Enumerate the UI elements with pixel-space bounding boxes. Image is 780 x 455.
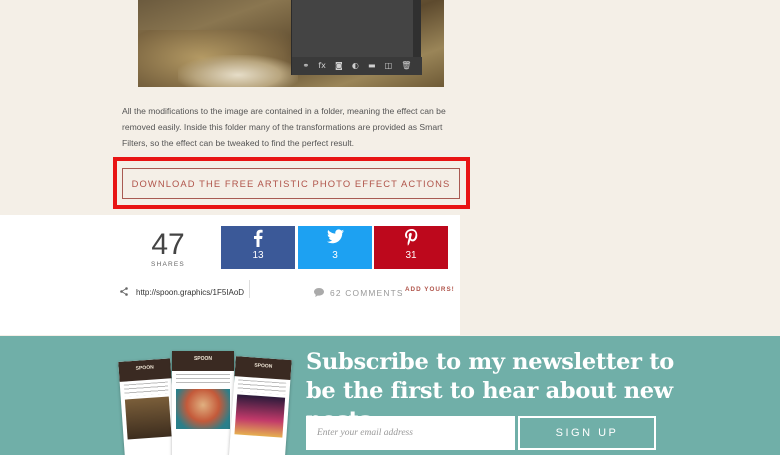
pinterest-count: 31 (405, 250, 417, 261)
facebook-count: 13 (252, 250, 264, 261)
article-image: ⚭ fx ◙ ◐ ▬ ◫ 🗑 (138, 0, 444, 87)
short-url: http://spoon.graphics/1F5IAoD (136, 287, 245, 297)
preview-text-lines (237, 379, 287, 395)
preview-caption: TEXTURE (130, 442, 167, 453)
preview-brand: SPOON (172, 351, 234, 371)
share-total-label: SHARES (151, 261, 185, 268)
layers-list (292, 0, 414, 57)
add-comment-link[interactable]: ADD YOURS! (405, 286, 455, 293)
newsletter-preview-card: SPOON TEXTURE (118, 358, 178, 455)
landscape-path (178, 55, 298, 87)
signup-button[interactable]: SIGN UP (518, 416, 656, 450)
comments-link[interactable]: 62 COMMENTS (314, 284, 404, 302)
panel-scrollbar (413, 0, 421, 57)
pinterest-share-button[interactable]: 31 (374, 226, 448, 269)
preview-photo (124, 396, 172, 440)
email-field[interactable] (306, 416, 515, 450)
panel-toolbar: ⚭ fx ◙ ◐ ▬ ◫ 🗑 (292, 57, 422, 75)
pinterest-icon (374, 226, 448, 248)
newsletter-preview: SPOON TEXTURE SPOON SPOON INFRARED PHOTO… (118, 348, 303, 455)
twitter-icon (298, 226, 372, 248)
folder-icon: ▬ (367, 61, 376, 70)
share-total: 47 (151, 228, 185, 261)
download-actions-button[interactable]: DOWNLOAD THE FREE ARTISTIC PHOTO EFFECT … (122, 168, 460, 199)
mask-icon: ◙ (335, 61, 343, 70)
trash-icon: 🗑 (401, 61, 412, 70)
fx-icon: fx (318, 61, 326, 70)
adjustment-icon: ◐ (351, 61, 359, 70)
comments-count: 62 COMMENTS (330, 288, 404, 298)
preview-photo (234, 394, 286, 438)
preview-photo (176, 389, 230, 429)
article-paragraph: All the modifications to the image are c… (122, 106, 446, 148)
newsletter-preview-card: SPOON INFRARED PHOTO EFFECT (228, 356, 292, 455)
facebook-share-button[interactable]: 13 (221, 226, 295, 269)
preview-brand: SPOON (118, 358, 172, 382)
short-link[interactable]: http://spoon.graphics/1F5IAoD (120, 283, 244, 301)
comment-icon (314, 284, 324, 302)
facebook-icon (221, 226, 295, 248)
newsletter-preview-card: SPOON (172, 351, 234, 455)
share-icon (120, 283, 128, 301)
photoshop-layers-panel: ⚭ fx ◙ ◐ ▬ ◫ 🗑 (291, 0, 422, 75)
preview-brand: SPOON (234, 356, 292, 381)
share-count: 47 SHARES (140, 228, 196, 268)
preview-text-lines (123, 381, 169, 397)
twitter-share-button[interactable]: 3 (298, 226, 372, 269)
new-layer-icon: ◫ (384, 61, 393, 70)
preview-caption: INFRARED PHOTO EFFECT (234, 437, 276, 455)
twitter-count: 3 (332, 250, 338, 261)
link-icon: ⚭ (302, 61, 310, 70)
preview-text-lines (176, 374, 230, 386)
divider (249, 280, 250, 298)
